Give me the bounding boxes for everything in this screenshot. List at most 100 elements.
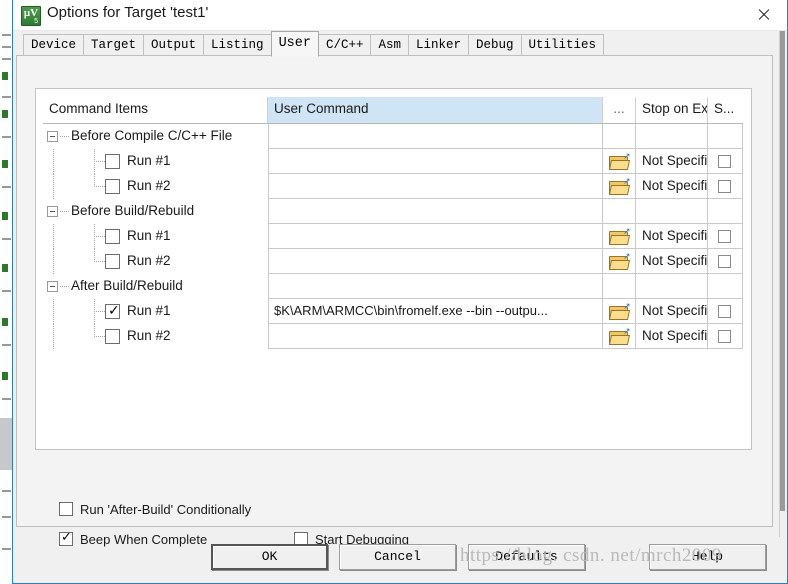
cell-user-command[interactable] (268, 124, 603, 149)
cell-stop-on-exit[interactable]: Not Specified (636, 224, 708, 249)
cell-user-command[interactable] (268, 174, 603, 199)
cell-stop-on-exit[interactable]: Not Specified (636, 149, 708, 174)
tab-output[interactable]: Output (143, 34, 205, 56)
tree-row[interactable]: Run #1 (43, 149, 268, 174)
cell-browse[interactable]: ↗ (603, 299, 636, 324)
tree-row[interactable]: After Build/Rebuild (43, 274, 268, 299)
bg-item-icon (2, 212, 8, 220)
checkbox-s-column[interactable] (718, 305, 731, 318)
checkbox-run-enable[interactable]: ✓ (105, 303, 120, 319)
column-header-stop-on-exit[interactable]: Stop on Exi... (636, 97, 708, 123)
ok-button[interactable]: OK (211, 544, 328, 570)
checkbox-s-column[interactable] (718, 230, 731, 243)
grid-row[interactable]: Run #1 ↗ Not Specified (43, 224, 743, 249)
checkbox-s-column[interactable] (718, 180, 731, 193)
open-folder-icon[interactable]: ↗ (608, 326, 631, 345)
tree-row[interactable]: Run #2 (43, 249, 268, 274)
column-header-command-items[interactable]: Command Items (43, 97, 268, 123)
tree-row[interactable]: Run #1 (43, 224, 268, 249)
cell-browse[interactable]: ↗ (603, 224, 636, 249)
cell-stop-on-exit[interactable]: Not Specified (636, 174, 708, 199)
grid-row[interactable]: Before Build/Rebuild (43, 199, 743, 224)
grid-row[interactable]: Run #2 ↗ Not Specified (43, 174, 743, 199)
grid-row[interactable]: Run #1 ↗ Not Specified (43, 149, 743, 174)
cell-stop-on-exit[interactable]: Not Specified (636, 299, 708, 324)
cancel-button[interactable]: Cancel (339, 544, 456, 570)
tree-row[interactable]: ✓ Run #1 (43, 299, 268, 324)
tab-debug[interactable]: Debug (468, 34, 522, 56)
tab-device[interactable]: Device (23, 34, 85, 56)
cell-user-command[interactable] (268, 149, 603, 174)
checkbox-run-enable[interactable] (105, 329, 120, 344)
cell-user-command[interactable] (268, 224, 603, 249)
column-header-s[interactable]: S... (708, 97, 743, 123)
folder-front (608, 310, 631, 320)
grid-row[interactable]: After Build/Rebuild (43, 274, 743, 299)
column-header-user-command[interactable]: User Command (268, 97, 603, 123)
cell-s-column[interactable] (708, 174, 743, 199)
label-beep-when-complete: Beep When Complete (80, 532, 208, 547)
close-icon[interactable] (741, 0, 787, 29)
help-button[interactable]: Help (649, 544, 766, 570)
cell-browse[interactable]: ↗ (603, 324, 636, 349)
tab-utilities[interactable]: Utilities (520, 34, 605, 56)
cell-user-command[interactable]: $K\ARM\ARMCC\bin\fromelf.exe --bin --out… (268, 299, 603, 324)
open-folder-icon[interactable]: ↗ (608, 302, 631, 320)
cell-stop-on-exit[interactable]: Not Specified (636, 249, 708, 274)
open-folder-icon[interactable]: ↗ (608, 152, 631, 170)
cell-browse[interactable]: ↗ (603, 174, 636, 199)
cell-s-column[interactable] (708, 224, 743, 249)
cell-stop-on-exit[interactable] (636, 124, 708, 149)
grid-row[interactable]: Run #2 ↗ Not Specified (43, 249, 743, 274)
dialog-vertical-scrollbar[interactable] (779, 31, 785, 537)
cell-stop-on-exit[interactable] (636, 274, 708, 299)
tree-row[interactable]: Before Compile C/C++ File (43, 124, 268, 149)
open-folder-icon[interactable]: ↗ (608, 177, 631, 195)
label-run-after-build-conditionally: Run 'After-Build' Conditionally (80, 502, 252, 517)
tab-user[interactable]: User (270, 31, 319, 57)
checkbox-run-enable[interactable] (105, 254, 120, 269)
defaults-button[interactable]: Defaults (468, 544, 585, 570)
checkbox-run-after-build-conditionally[interactable] (59, 502, 73, 516)
cell-s-column[interactable] (708, 324, 743, 349)
cell-user-command[interactable] (268, 274, 603, 299)
checkbox-beep-when-complete[interactable]: ✓ (59, 530, 73, 546)
open-folder-icon[interactable]: ↗ (608, 227, 631, 245)
scrollbar-thumb[interactable] (780, 31, 785, 511)
cell-stop-on-exit[interactable] (636, 199, 708, 224)
tree-row[interactable]: Run #2 (43, 174, 268, 199)
checkbox-run-enable[interactable] (105, 229, 120, 244)
cell-stop-on-exit[interactable]: Not Specified (636, 324, 708, 349)
checkbox-run-enable[interactable] (105, 179, 120, 194)
tab-linker[interactable]: Linker (408, 34, 470, 56)
checkbox-s-column[interactable] (718, 330, 731, 343)
tab-listing[interactable]: Listing (203, 34, 272, 56)
grid-row[interactable]: Run #2 ↗ Not Specified (43, 324, 743, 349)
tree-row[interactable]: Run #2 (43, 324, 268, 349)
checkbox-run-enable[interactable] (105, 154, 120, 169)
checkbox-s-column[interactable] (718, 155, 731, 168)
column-header-browse[interactable]: ... (603, 97, 636, 123)
cell-user-command[interactable] (268, 199, 603, 224)
grid-row[interactable]: Before Compile C/C++ File (43, 124, 743, 149)
tree-collapse-icon[interactable] (47, 131, 58, 142)
tab-target[interactable]: Target (83, 34, 145, 56)
tree-collapse-icon[interactable] (47, 281, 58, 292)
grid-row[interactable]: ✓ Run #1 $K\ARM\ARMCC\bin\fromelf.exe --bi… (43, 299, 743, 324)
tree-line (53, 249, 54, 274)
cell-user-command[interactable] (268, 249, 603, 274)
tree-collapse-icon[interactable] (47, 206, 58, 217)
open-folder-icon[interactable]: ↗ (608, 252, 631, 270)
tab-asm[interactable]: Asm (370, 34, 409, 56)
folder-front (608, 335, 631, 345)
cell-browse[interactable]: ↗ (603, 149, 636, 174)
cell-browse[interactable]: ↗ (603, 249, 636, 274)
tab-c-c[interactable]: C/C++ (317, 34, 372, 56)
cell-user-command[interactable] (268, 324, 603, 349)
cell-s-column[interactable] (708, 299, 743, 324)
checkbox-s-column[interactable] (718, 255, 731, 268)
cell-s-column[interactable] (708, 249, 743, 274)
folder-arrow-icon: ↗ (623, 326, 631, 336)
cell-s-column[interactable] (708, 149, 743, 174)
tree-row[interactable]: Before Build/Rebuild (43, 199, 268, 224)
